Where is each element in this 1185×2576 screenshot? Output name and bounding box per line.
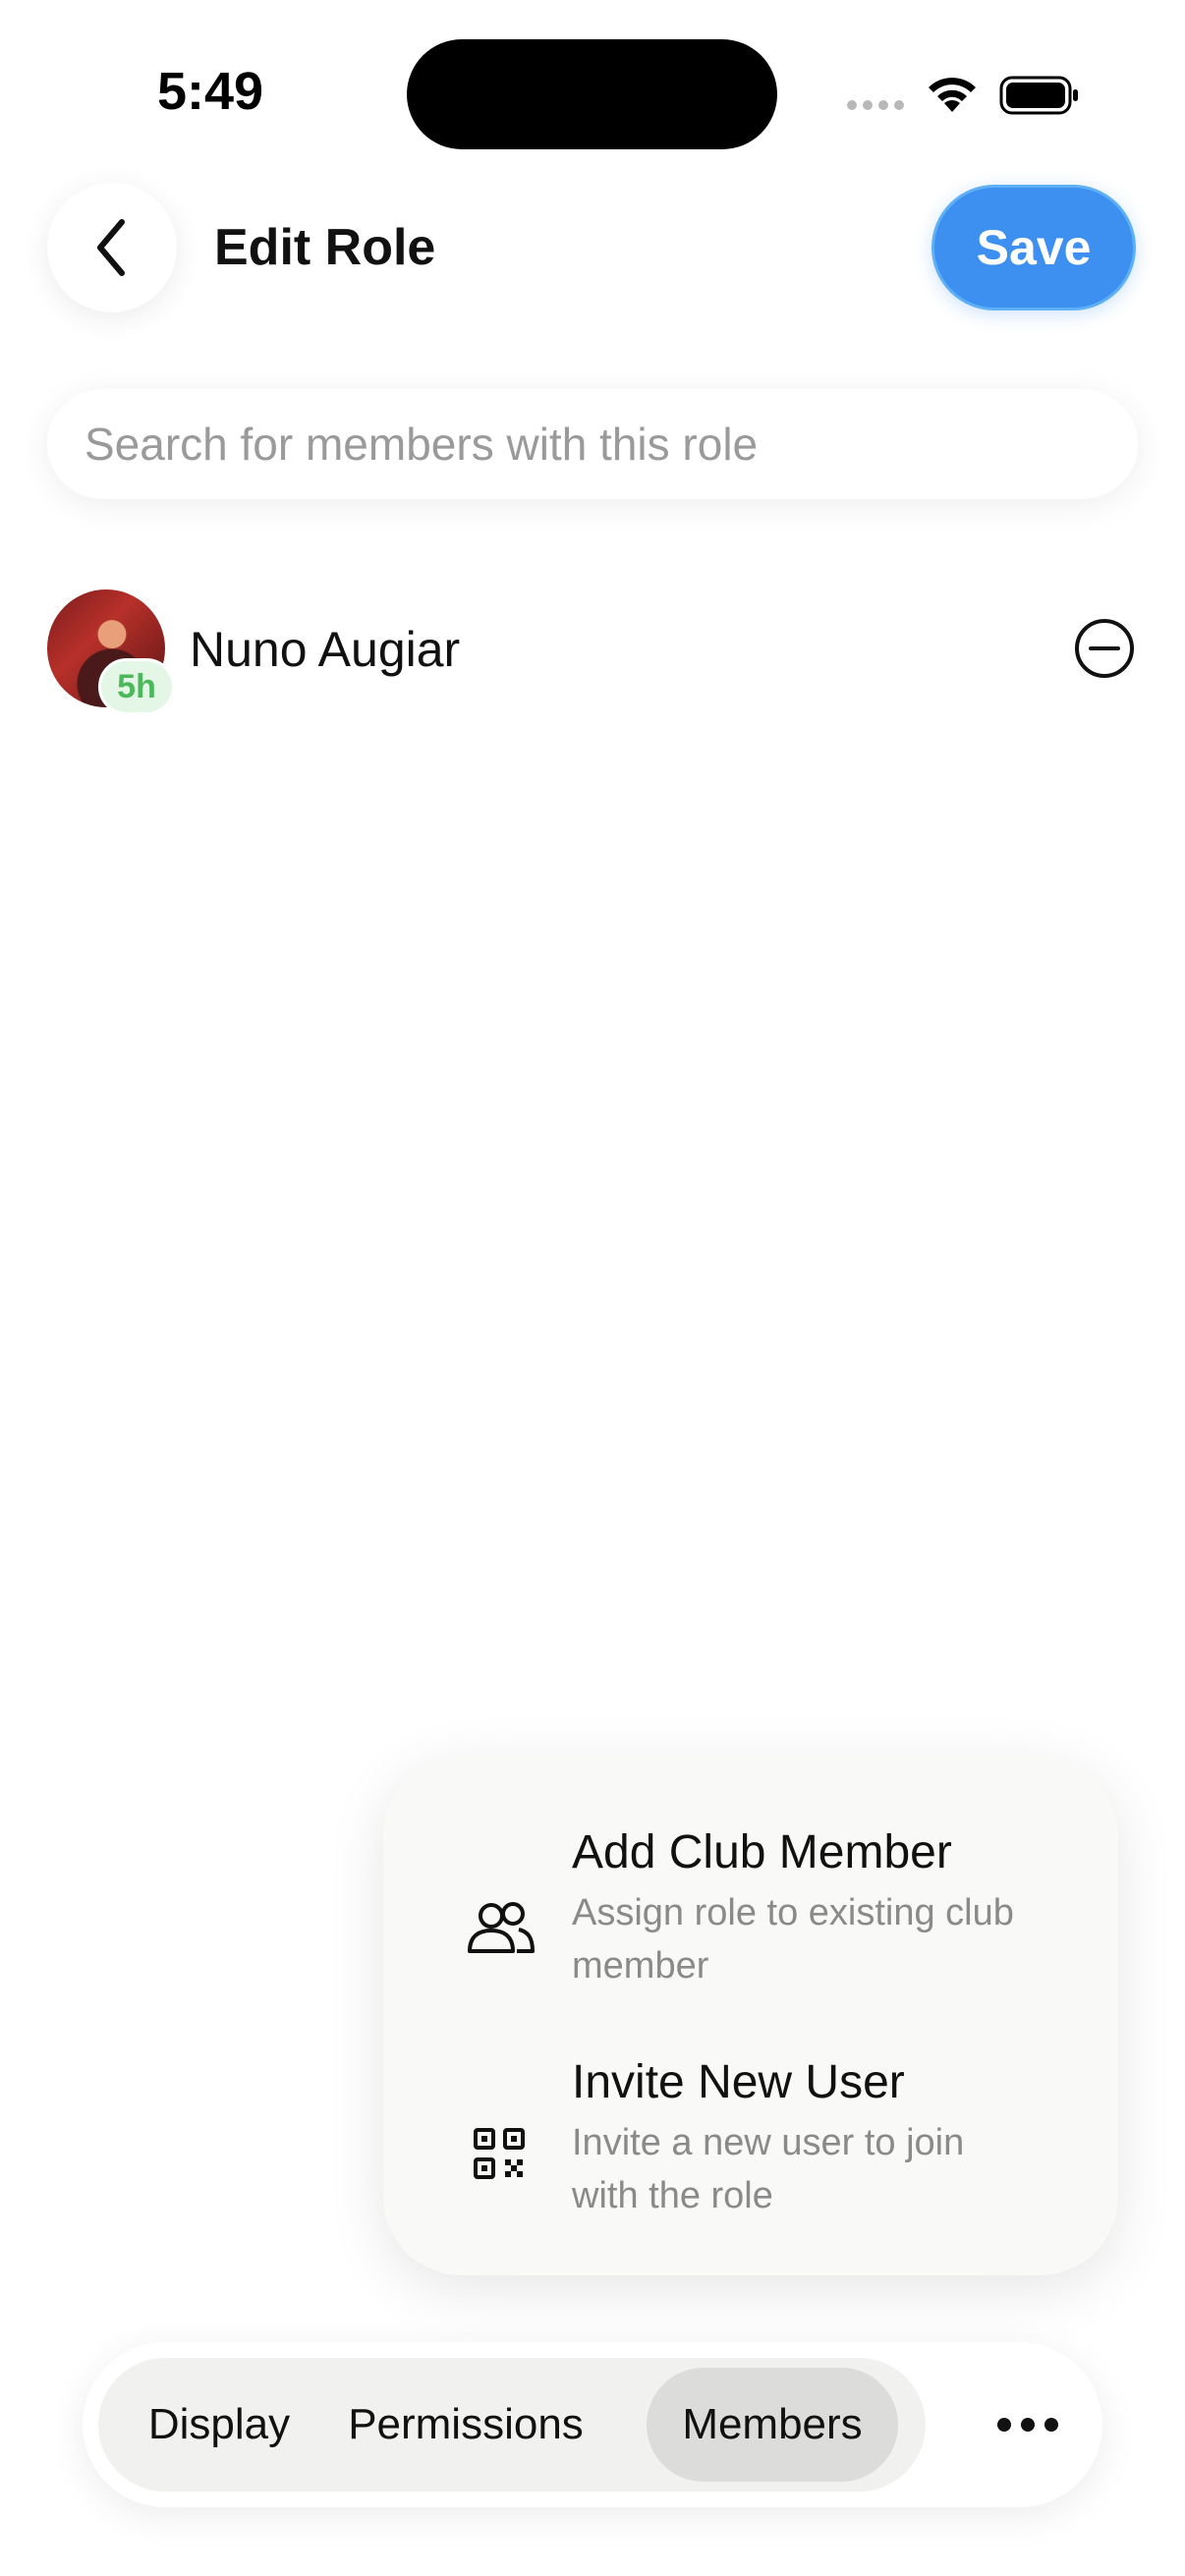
search-bar[interactable] xyxy=(47,389,1138,499)
dynamic-island xyxy=(407,39,777,149)
battery-icon xyxy=(999,76,1078,115)
menu-item-description: Invite a new user to join with the role xyxy=(572,2122,965,2216)
back-button[interactable] xyxy=(47,183,177,312)
member-name: Nuno Augiar xyxy=(190,622,461,677)
bottom-tab-bar: Display Permissions Members xyxy=(83,2342,1102,2507)
tab-permissions[interactable]: Permissions xyxy=(330,2358,601,2492)
tab-display[interactable]: Display xyxy=(138,2358,301,2492)
menu-item-invite-new-user[interactable]: Invite New User Invite a new user to joi… xyxy=(383,2026,1118,2242)
menu-item-add-club-member[interactable]: Add Club Member Assign role to existing … xyxy=(383,1796,1118,2012)
qr-code-icon xyxy=(474,2128,525,2179)
edit-role-screen: 5:49 Edit Role Save 5h Nuno Augiar xyxy=(0,0,1185,2576)
wifi-icon xyxy=(929,78,976,112)
menu-item-label: Add Club Member xyxy=(572,1826,952,1878)
status-time: 5:49 xyxy=(157,62,264,121)
menu-item-label: Invite New User xyxy=(572,2056,905,2108)
tab-members[interactable]: Members xyxy=(647,2368,898,2482)
chevron-left-icon xyxy=(97,219,125,276)
add-member-menu: Add Club Member Assign role to existing … xyxy=(383,1757,1118,2275)
status-badge: 5h xyxy=(98,658,175,715)
page-title: Edit Role xyxy=(214,219,436,276)
menu-item-description: Assign role to existing club member xyxy=(572,1892,1014,1987)
tab-group: Display Permissions Members xyxy=(98,2358,926,2492)
people-icon xyxy=(468,1902,535,1953)
more-horizontal-icon[interactable] xyxy=(988,2401,1067,2448)
cellular-signal-icon xyxy=(847,100,904,110)
minus-circle-icon[interactable] xyxy=(1073,617,1136,680)
search-input[interactable] xyxy=(85,418,1138,471)
save-button[interactable]: Save xyxy=(931,185,1136,310)
list-item[interactable]: 5h Nuno Augiar xyxy=(47,588,1138,715)
